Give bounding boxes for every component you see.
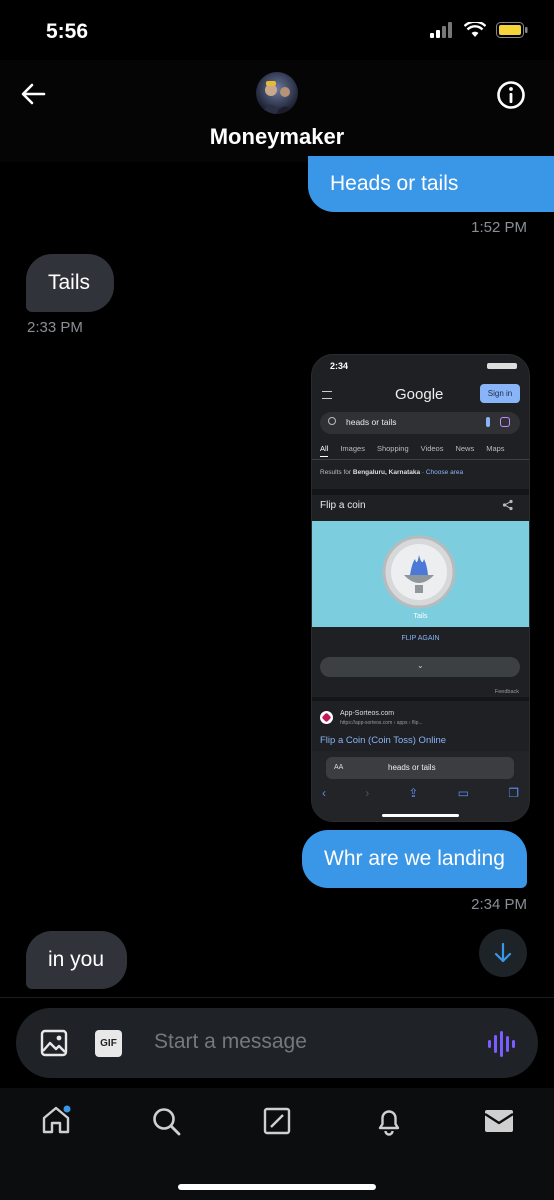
shot-home-indicator [382, 814, 459, 817]
shot-search-box: heads or tails [320, 412, 520, 434]
message-time: 2:34 PM [471, 896, 527, 913]
image-attachment[interactable]: 2:34 Google Sign in heads or tails All I… [311, 354, 530, 822]
grok-icon[interactable] [263, 1107, 291, 1135]
shot-results-for: Results for Bengaluru, Karnataka · Choos… [320, 469, 464, 476]
message-input[interactable]: Start a message [154, 1030, 307, 1054]
messages-mail-icon[interactable] [484, 1108, 514, 1134]
wifi-icon [464, 22, 486, 37]
avatar[interactable] [256, 72, 298, 114]
home-indicator [178, 1184, 376, 1190]
shot-address-bar: AA heads or tails [326, 757, 514, 779]
info-icon[interactable] [496, 80, 526, 110]
status-icons [430, 22, 528, 38]
result-url: https://app-sorteos.com › apps › flip... [340, 720, 423, 726]
conversation-title[interactable]: Moneymaker [0, 124, 554, 150]
site-favicon-icon [320, 711, 333, 724]
message-bubble-outgoing[interactable]: Whr are we landing [302, 830, 527, 888]
shot-sign-in: Sign in [480, 384, 520, 403]
shot-lens-icon [500, 417, 510, 427]
shot-feedback: Feedback [494, 689, 519, 695]
gif-button[interactable]: GIF [95, 1030, 122, 1057]
message-bubble-incoming[interactable]: Tails [26, 254, 114, 312]
home-icon[interactable] [41, 1105, 71, 1135]
menu-icon [322, 391, 332, 399]
back-arrow-icon[interactable] [20, 82, 46, 106]
image-icon[interactable] [40, 1029, 68, 1057]
arrow-down-icon [494, 942, 512, 963]
search-icon[interactable] [151, 1106, 181, 1136]
result-site: App-Sorteos.com [340, 710, 395, 717]
shot-query: heads or tails [346, 417, 397, 427]
flip-again-link: FLIP AGAIN [401, 635, 440, 642]
coin-area: Tails [312, 521, 529, 627]
scroll-to-bottom-button[interactable] [479, 929, 527, 977]
message-bubble-incoming[interactable]: in you [26, 931, 127, 989]
notifications-bell-icon[interactable] [374, 1106, 404, 1136]
shot-tabs: All Images Shopping Videos News Maps [320, 444, 505, 457]
message-time: 1:52 PM [471, 219, 527, 236]
google-logo: Google [395, 386, 444, 403]
coin-result: Tails [413, 613, 428, 620]
shot-card-title: Flip a coin [320, 500, 366, 511]
message-bubble-outgoing[interactable]: Heads or tails [308, 156, 554, 212]
voice-message-icon[interactable] [487, 1031, 515, 1057]
shot-time: 2:34 [330, 361, 349, 371]
share-icon [502, 499, 513, 511]
message-time: 2:33 PM [27, 319, 83, 336]
shot-status-icons [487, 363, 517, 369]
result-title: Flip a Coin (Coin Toss) Online [320, 735, 447, 746]
chevron-down-icon: ⌄ [417, 661, 424, 670]
status-time: 5:56 [46, 20, 89, 43]
shot-mic-icon [486, 417, 490, 427]
coin-icon [382, 535, 456, 609]
battery-icon [496, 22, 528, 38]
shot-search-icon [328, 417, 336, 425]
expand-pill: ⌄ [320, 657, 520, 677]
signal-icon [430, 22, 452, 38]
shot-safari-toolbar: ‹ › ⇪ ▭ ❐ [322, 786, 519, 800]
